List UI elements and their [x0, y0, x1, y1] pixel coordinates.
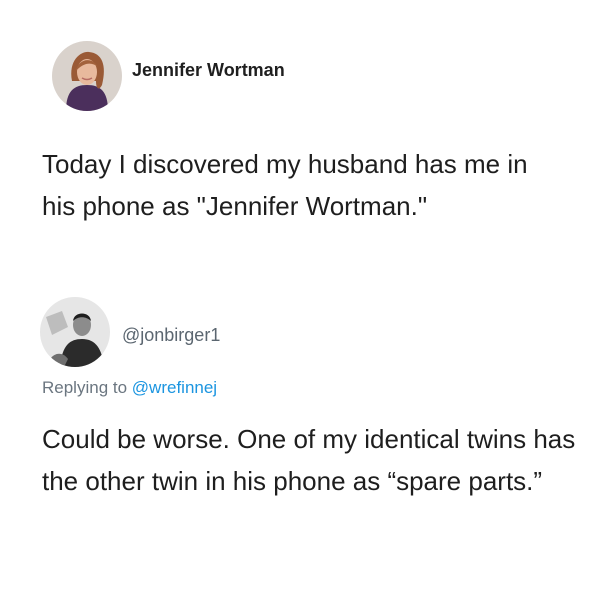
- tweet-author-row: Jennifer Wortman: [52, 40, 285, 112]
- reply-handle[interactable]: @jonbirger1: [122, 325, 220, 346]
- author-avatar-photo: [52, 41, 122, 111]
- reply-text: Could be worse. One of my identical twin…: [42, 424, 576, 496]
- replying-to-line: Replying to @wrefinnej: [42, 378, 217, 398]
- replying-to-mention[interactable]: @wrefinnej: [132, 378, 217, 397]
- tweet-text: Today I discovered my husband has me in …: [42, 149, 528, 221]
- reply-author-row: @jonbirger1: [40, 296, 220, 368]
- reply-avatar-photo: [40, 297, 110, 367]
- replying-to-label: Replying to: [42, 378, 128, 397]
- reply-avatar[interactable]: [40, 297, 110, 367]
- author-name[interactable]: Jennifer Wortman: [132, 60, 285, 81]
- author-avatar[interactable]: [52, 41, 122, 111]
